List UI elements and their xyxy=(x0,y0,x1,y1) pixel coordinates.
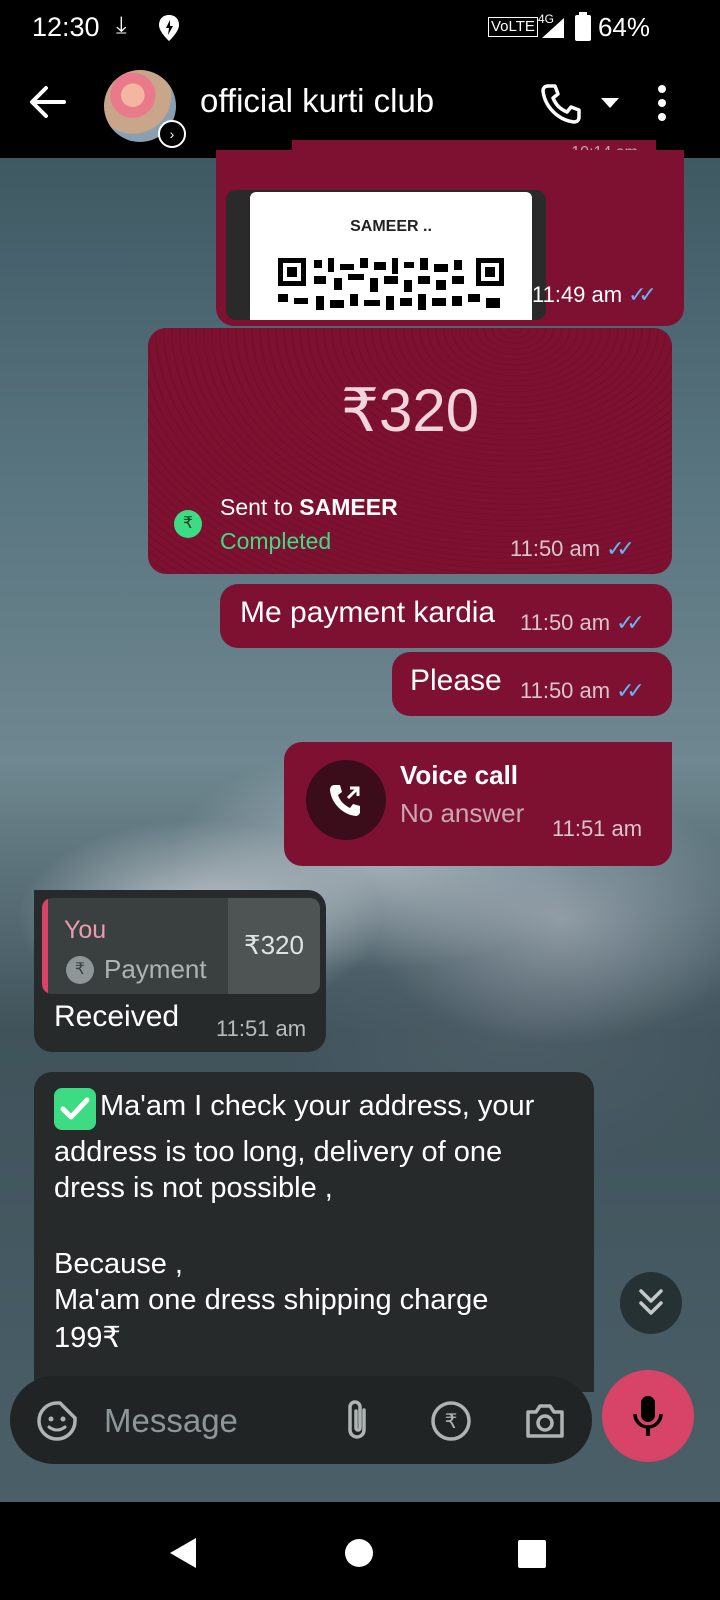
location-icon xyxy=(159,15,179,41)
rupee-payment-icon[interactable]: ₹ xyxy=(430,1400,472,1442)
message-bubble[interactable]: Me payment kardia 11:50 am ✓✓ xyxy=(220,584,672,648)
attach-icon[interactable] xyxy=(344,1398,370,1442)
status-bar: 12:30 ⤓ VoLTE 4G 64% xyxy=(0,0,720,56)
message-time: 11:51 am xyxy=(216,1016,307,1041)
phone-call-icon[interactable] xyxy=(540,82,582,124)
message-text: Please xyxy=(410,664,502,697)
call-time: 11:51 am xyxy=(552,816,643,841)
message-line: 199₹ xyxy=(54,1322,121,1354)
qr-message-time: 11:49 am ✓✓ xyxy=(532,282,657,307)
voice-call-bubble[interactable]: Voice call No answer 11:51 am xyxy=(284,742,672,866)
message-line: address is too long, delivery of one xyxy=(54,1136,503,1168)
nav-home-icon[interactable] xyxy=(344,1538,374,1568)
qr-card: SAMEER .. xyxy=(250,192,532,320)
battery-percent: 64% xyxy=(597,12,650,42)
quoted-label: Payment xyxy=(104,954,207,984)
missed-call-icon xyxy=(330,785,360,816)
message-time: 11:50 am ✓✓ xyxy=(520,610,645,635)
chevron-right-icon: › xyxy=(158,120,186,148)
message-line: Ma'am I check your address, your xyxy=(100,1090,535,1122)
rupee-icon: ₹ xyxy=(174,510,202,538)
payment-status: Completed xyxy=(220,528,332,554)
quoted-message[interactable]: You ₹ Payment ₹320 xyxy=(42,898,320,994)
signal-icon xyxy=(542,18,564,38)
message-line: dress is not possible , xyxy=(54,1172,333,1204)
message-input[interactable]: Message xyxy=(104,1402,238,1440)
message-text: Received xyxy=(54,1000,180,1033)
payment-message-bubble[interactable]: ₹320 ₹ Sent to SAMEER Completed 11:50 am… xyxy=(148,328,672,574)
quoted-amount: ₹320 xyxy=(244,930,304,960)
payment-amount: ₹320 xyxy=(340,377,480,444)
back-arrow-icon[interactable] xyxy=(28,84,68,120)
read-receipt-icon: ✓✓ xyxy=(616,610,645,635)
dropdown-arrow-icon[interactable] xyxy=(600,96,620,110)
payment-recipient: SAMEER xyxy=(299,494,398,520)
message-time: 11:50 am ✓✓ xyxy=(520,678,645,703)
read-receipt-icon: ✓✓ xyxy=(606,536,635,561)
voice-record-button[interactable] xyxy=(602,1370,694,1462)
message-line: Ma'am one dress shipping charge xyxy=(54,1284,489,1316)
camera-icon[interactable] xyxy=(524,1402,566,1440)
payment-sent-to: Sent to SAMEER xyxy=(220,494,398,520)
quoted-author: You xyxy=(64,916,107,944)
more-options-icon[interactable] xyxy=(656,84,668,122)
quote-accent-bar xyxy=(42,898,48,994)
download-icon: ⤓ xyxy=(116,12,127,39)
nav-recents-icon[interactable] xyxy=(518,1540,546,1568)
rupee-icon: ₹ xyxy=(66,956,94,984)
microphone-icon xyxy=(633,1396,663,1436)
message-bubble[interactable]: Please 11:50 am ✓✓ xyxy=(392,652,672,716)
scroll-to-bottom-button[interactable] xyxy=(620,1272,682,1334)
payment-time: 11:50 am ✓✓ xyxy=(510,536,635,561)
sticker-icon[interactable] xyxy=(36,1400,78,1442)
check-mark-icon xyxy=(54,1088,96,1130)
call-icon-circle xyxy=(306,760,386,840)
double-chevron-down-icon xyxy=(639,1289,663,1315)
reply-message-bubble[interactable]: You ₹ Payment ₹320 Received 11:51 am xyxy=(34,890,326,1052)
system-navigation-bar xyxy=(0,1502,720,1600)
message-text: Me payment kardia xyxy=(240,596,496,629)
call-subtitle: No answer xyxy=(400,798,525,828)
nav-back-icon[interactable] xyxy=(168,1536,198,1570)
read-receipt-icon: ✓✓ xyxy=(628,282,657,307)
qr-label: SAMEER .. xyxy=(350,218,432,235)
battery-icon xyxy=(575,12,591,41)
qr-image-frame[interactable]: SAMEER .. xyxy=(226,190,546,320)
svg-text:₹: ₹ xyxy=(445,1409,458,1433)
message-composer[interactable]: Message ₹ xyxy=(10,1376,592,1464)
quoted-thumbnail: ₹320 xyxy=(228,898,320,994)
qr-code xyxy=(278,258,504,310)
message-bubble-long[interactable]: Ma'am I check your address, your address… xyxy=(34,1072,594,1392)
status-time: 12:30 xyxy=(32,12,100,42)
message-line: Because , xyxy=(54,1248,183,1280)
call-title: Voice call xyxy=(400,760,519,790)
volte-badge: VoLTE xyxy=(488,17,538,37)
contact-name[interactable]: official kurti club xyxy=(200,82,434,120)
read-receipt-icon: ✓✓ xyxy=(616,678,645,703)
